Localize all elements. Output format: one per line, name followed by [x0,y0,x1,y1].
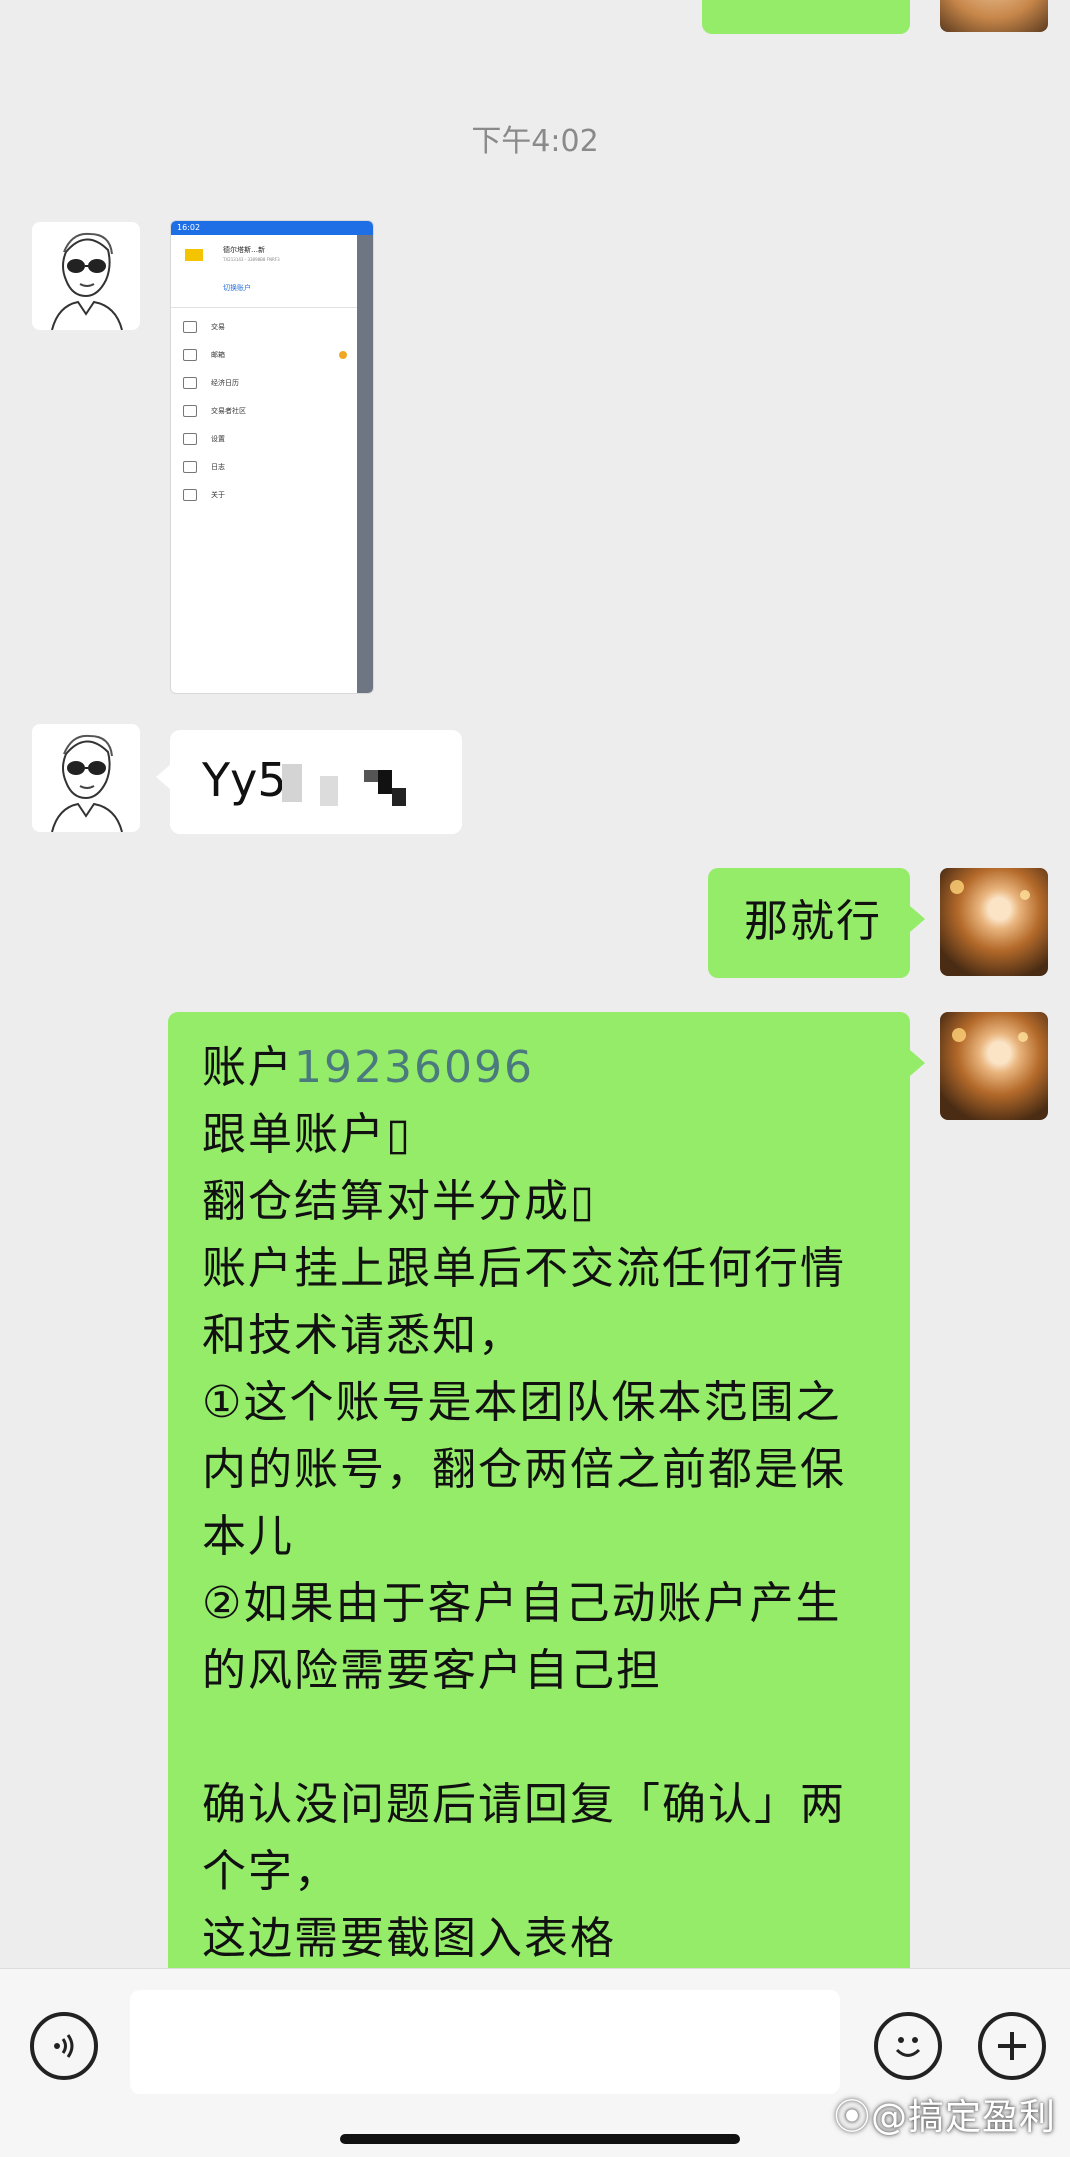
my-avatar[interactable] [940,868,1048,976]
sent-bubble-tail [910,906,925,932]
thumbnail-menu-item: 日志 [183,461,225,473]
thumbnail-menu-item: 关于 [183,489,225,501]
thumbnail-menu-item: 交易者社区 [183,405,246,417]
community-icon [183,405,197,417]
thumbnail-side-panel [357,235,373,693]
plus-icon [998,2032,1026,2060]
mail-icon [183,349,197,361]
sent-message-text: 那就行 [744,896,882,947]
long-message-prefix: 账户 [202,1042,294,1093]
my-avatar[interactable] [940,0,1048,32]
emoji-icon [895,2037,921,2057]
watermark: ⦿@搞定盈利 [833,2097,1056,2138]
thumbnail-account-name: 德尔塔斯…新 [223,246,265,254]
emoji-button[interactable] [874,2012,942,2080]
sketch-man-icon [51,232,123,330]
avatar-bokeh [1018,1032,1028,1042]
about-icon [183,489,197,501]
thumbnail-switch-account: 切换账户 [223,284,251,292]
redaction-mosaic [320,776,338,806]
log-icon [183,461,197,473]
screenshot-image-message[interactable]: 16:02 德尔塔斯…新 TX213143 - 33898B8 FNRF3 切换… [170,220,374,694]
sent-text-bubble[interactable]: 那就行 [708,868,910,978]
redaction-mosaic [392,788,406,806]
contact-avatar[interactable] [32,222,140,330]
thumbnail-menu-item: 邮箱 [183,349,225,361]
sketch-man-icon [51,734,123,832]
previous-sent-bubble[interactable] [702,0,910,34]
sent-long-message-bubble[interactable]: 账户19236096 跟单账户▯ 翻仓结算对半分成▯ 账户挂上跟单后不交流任何行… [168,1012,910,2012]
redaction-mosaic [378,770,392,794]
thumbnail-menu-item: 设置 [183,433,225,445]
my-avatar[interactable] [940,1012,1048,1120]
sent-long-message-text: 账户19236096 跟单账户▯ 翻仓结算对半分成▯ 账户挂上跟单后不交流任何行… [202,1034,892,1972]
long-message-body: 跟单账户▯ 翻仓结算对半分成▯ 账户挂上跟单后不交流任何行情 和技术请悉知， ①… [202,1109,846,1964]
avatar-bokeh [1020,890,1030,900]
thumbnail-logo [185,249,203,261]
thumbnail-menu-item: 经济日历 [183,377,239,389]
voice-button[interactable] [30,2012,98,2080]
avatar-bokeh [950,880,964,894]
avatar-bokeh [952,1028,966,1042]
contact-avatar[interactable] [32,724,140,832]
redaction-mosaic [282,764,302,802]
thumbnail-menu-item: 交易 [183,321,225,333]
thumbnail-mail-dot [339,351,347,359]
message-input[interactable] [130,1990,840,2094]
settings-icon [183,433,197,445]
sent-bubble-tail [910,1050,925,1076]
received-message-text: Yy5 [202,753,287,807]
home-indicator[interactable] [340,2134,740,2144]
received-bubble-tail [156,764,171,790]
thumbnail-divider [171,307,357,308]
calendar-icon [183,377,197,389]
trade-icon [183,321,197,333]
voice-icon [54,2034,74,2058]
chat-timestamp: 下午4:02 [471,124,599,159]
received-text-bubble[interactable]: Yy5 [170,730,462,834]
thumbnail-status-bar: 16:02 [171,221,373,235]
thumbnail-account-sub: TX213143 - 33898B8 FNRF3 [223,257,280,262]
redaction-mosaic [364,770,378,782]
more-button[interactable] [978,2012,1046,2080]
account-number: 19236096 [294,1042,534,1093]
